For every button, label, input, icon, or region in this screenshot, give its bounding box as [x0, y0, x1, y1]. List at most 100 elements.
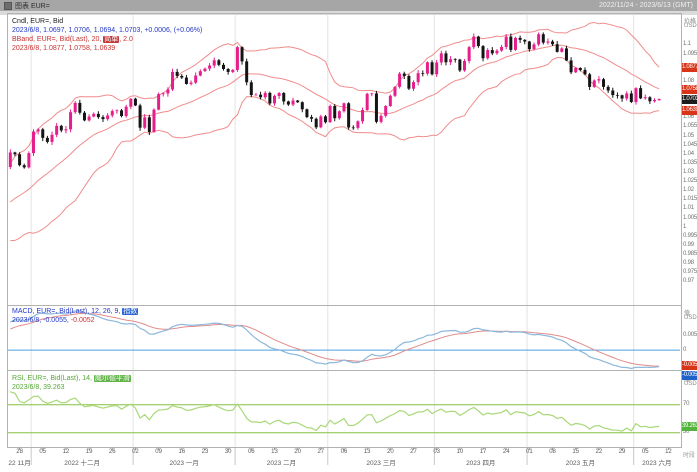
candle-body	[476, 36, 480, 47]
day-tick-label: 05	[641, 449, 649, 455]
candle-body	[574, 67, 578, 73]
candle-body	[481, 46, 485, 59]
candle-body	[462, 60, 466, 71]
day-tick-label: 29	[618, 449, 626, 455]
candle-body	[27, 153, 31, 168]
candle-body	[634, 88, 638, 102]
price-axis-badge: 1.0703	[682, 94, 697, 104]
legend-macd-values-prefix: 2023/6/8, -0.0055,	[12, 317, 71, 324]
candle-body	[602, 79, 606, 87]
candle-body	[453, 59, 457, 60]
legend-macd-method-chip: 指数	[122, 308, 139, 315]
day-tick-label: 05	[39, 449, 47, 455]
candle-body	[59, 125, 63, 131]
candle-body	[504, 36, 508, 47]
candle-body	[449, 59, 453, 63]
rsi-axis-badge: 39.263	[682, 421, 697, 431]
day-tick-label: 06	[247, 449, 255, 455]
candle-body	[518, 37, 522, 40]
legend-rsi-prefix: RSI, EUR=, Bid(Last), 14,	[12, 375, 94, 382]
day-tick-label: 09	[155, 449, 162, 455]
candle-body	[444, 53, 448, 63]
candle-body	[328, 105, 332, 123]
candle-body	[96, 113, 100, 118]
day-tick-label: 12	[665, 449, 672, 455]
candle-body	[50, 134, 54, 142]
macd-axis-tick: 0.005	[683, 331, 697, 338]
candle-body	[157, 94, 161, 110]
candle-body	[277, 93, 281, 96]
day-tick-label: 13	[363, 449, 371, 455]
price-axis-badge: 1.0758	[682, 84, 697, 94]
candle-body	[555, 44, 559, 52]
candle-body	[416, 73, 420, 83]
candle-body	[374, 93, 378, 122]
candle-body	[268, 92, 272, 104]
candle-body	[569, 60, 573, 73]
candle-body	[41, 129, 45, 138]
bollinger-lower-line	[10, 56, 660, 242]
legend-ohlc: 2023/6/8, 1.0697, 1.0706, 1.0694, 1.0703…	[12, 27, 203, 34]
day-tick-label: 15	[572, 449, 580, 455]
candle-body	[435, 62, 439, 75]
candle-body	[106, 115, 110, 120]
candle-body	[240, 47, 244, 62]
legend-bband-suffix: , 2.0	[119, 36, 133, 43]
price-axis-tick: 0.985	[683, 250, 697, 257]
candle-body	[523, 39, 527, 42]
candle-body	[245, 61, 249, 83]
candle-body	[365, 93, 369, 111]
candle-body	[337, 111, 341, 119]
price-axis-tick: 1.04	[683, 150, 694, 157]
macd-axis-badge: -0.0052	[682, 361, 697, 371]
candle-body	[495, 50, 499, 54]
candle-body	[166, 89, 170, 94]
candle-body	[259, 94, 263, 98]
candle-body	[18, 154, 22, 166]
candle-body	[226, 69, 230, 72]
day-tick-label: 01	[526, 449, 533, 455]
candle-body	[412, 82, 416, 89]
legend-macd-signal-value: -0.0052	[70, 317, 95, 324]
price-axis-unit-2: USD	[684, 23, 697, 29]
price-axis-tick: 0.99	[683, 241, 694, 248]
day-tick-label: 30	[224, 449, 232, 455]
legend-instrument: Cndl, EUR=, Bid	[12, 18, 64, 25]
day-tick-label: 20	[387, 449, 394, 455]
day-tick-label: 27	[410, 449, 417, 455]
candle-body	[78, 102, 82, 113]
candle-body	[120, 110, 124, 117]
day-tick-label: 02	[132, 449, 139, 455]
candle-body	[184, 77, 188, 84]
bollinger-mid-line	[9, 44, 660, 203]
chart-container[interactable]: Cndl, EUR=, Bid 2023/6/8, 1.0697, 1.0706…	[0, 0, 697, 472]
legend-macd-prefix: MACD, EUR=, Bid(Last), 12, 26, 9,	[12, 308, 123, 315]
candle-body	[291, 100, 295, 105]
candle-body	[217, 60, 221, 65]
candle-body	[546, 41, 550, 43]
price-axis-tick: 1.1	[683, 41, 691, 48]
candle-body	[189, 82, 193, 84]
chart-canvas[interactable]	[0, 0, 697, 472]
legend-rsi-values: 2023/6/8, 39.263	[12, 384, 65, 391]
candle-body	[171, 71, 175, 90]
candle-body	[263, 92, 267, 98]
price-axis-badge: 1.0639	[682, 106, 697, 116]
price-legend: Cndl, EUR=, Bid 2023/6/8, 1.0697, 1.0706…	[12, 17, 202, 53]
candle-body	[421, 73, 425, 74]
candle-body	[254, 94, 258, 96]
candle-body	[300, 102, 304, 110]
rsi-axis-unit-2: USD	[684, 381, 697, 387]
month-label: 2023 六月	[642, 460, 672, 467]
candle-body	[583, 69, 587, 75]
candle-body	[31, 131, 35, 154]
candle-body	[486, 50, 490, 59]
candle-body	[161, 93, 165, 95]
candle-body	[430, 62, 434, 75]
candle-body	[532, 44, 536, 50]
month-label: 2023 二月	[266, 460, 297, 467]
candle-body	[537, 34, 541, 45]
price-axis-tick: 1.02	[683, 187, 694, 194]
candle-body	[110, 111, 114, 116]
candle-body	[639, 88, 643, 99]
